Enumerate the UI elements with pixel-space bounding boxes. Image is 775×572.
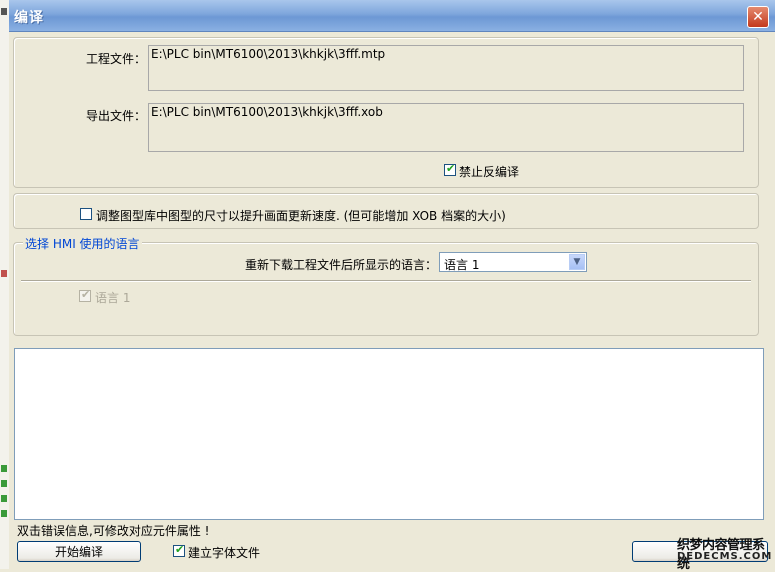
language-divider <box>21 280 751 282</box>
background-icon <box>1 465 7 472</box>
language-1-checkbox: ✔ <box>79 288 91 302</box>
watermark-url: DEDECMS.COM <box>677 551 773 562</box>
background-icon <box>1 270 7 277</box>
compile-message-list[interactable] <box>14 348 764 520</box>
language-group-legend: 选择 HMI 使用的语言 <box>23 235 142 252</box>
chevron-down-icon[interactable]: ▼ <box>569 254 585 270</box>
check-icon: ✔ <box>175 543 185 556</box>
resize-images-label: 调整图型库中图型的尺寸以提升画面更新速度. (但可能增加 XOB 档案的大小) <box>96 209 506 223</box>
build-font-label: 建立字体文件 <box>188 546 261 560</box>
display-language-label: 重新下载工程文件后所显示的语言： <box>245 258 438 272</box>
display-language-value: 语言 1 <box>444 258 480 272</box>
build-font-checkbox[interactable]: ✔ <box>173 543 185 557</box>
project-file-label: 工程文件： <box>86 52 147 66</box>
language-1-label: 语言 1 <box>95 291 131 305</box>
check-icon: ✔ <box>81 288 91 301</box>
check-icon: ✔ <box>446 162 456 175</box>
display-language-select[interactable]: 语言 1 ▼ <box>439 252 587 272</box>
background-icon <box>1 495 7 502</box>
close-icon: ✕ <box>752 9 764 25</box>
window-title: 编译 <box>14 10 44 26</box>
title-bar[interactable]: 编译 ✕ <box>9 0 775 32</box>
disable-decompile-label: 禁止反编译 <box>459 165 520 179</box>
message-hint: 双击错误信息,可修改对应元件属性 ! <box>17 524 210 538</box>
disable-decompile-checkbox[interactable]: ✔ <box>444 162 456 176</box>
background-icon <box>1 510 7 517</box>
export-file-field[interactable]: E:\PLC bin\MT6100\2013\khkjk\3fff.xob <box>148 103 744 152</box>
resize-images-checkbox[interactable] <box>80 208 92 220</box>
project-file-field[interactable]: E:\PLC bin\MT6100\2013\khkjk\3fff.mtp <box>148 45 744 91</box>
background-icon <box>1 480 7 487</box>
close-button[interactable]: ✕ <box>747 6 769 28</box>
export-file-label: 导出文件： <box>86 109 147 123</box>
start-compile-button[interactable]: 开始编译 <box>17 541 141 562</box>
compile-dialog: 编译 ✕ 工程文件： E:\PLC bin\MT6100\2013\khkjk\… <box>9 0 775 572</box>
file-panel: 工程文件： E:\PLC bin\MT6100\2013\khkjk\3fff.… <box>13 37 759 188</box>
background-icon <box>1 8 7 15</box>
image-option-panel: 调整图型库中图型的尺寸以提升画面更新速度. (但可能增加 XOB 档案的大小) <box>13 193 759 229</box>
